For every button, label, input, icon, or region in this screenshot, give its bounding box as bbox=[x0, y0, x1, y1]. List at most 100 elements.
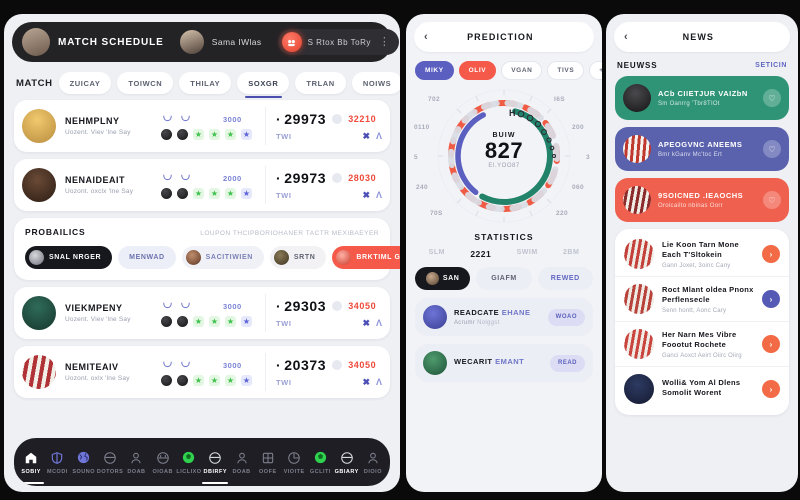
tab-0[interactable]: ZUICAY bbox=[58, 72, 112, 94]
stat-row-top: 3000 bbox=[161, 113, 265, 126]
star-icon-1: ★ bbox=[193, 315, 204, 327]
list-item-title: Lie Koon Tarn Mone Each T'Sltokein bbox=[662, 239, 739, 259]
match-score-area: 29303 34050 TWI ✖ Λ bbox=[265, 294, 382, 332]
nav-item-ticket-10[interactable]: VIOITE bbox=[281, 449, 307, 475]
probabilities-header: PROBAILICS LOUPON THCIPBORIOHANER TACTR … bbox=[25, 227, 379, 237]
crest-avatar bbox=[624, 374, 654, 404]
nav-item-person-4[interactable]: DOAB bbox=[123, 449, 149, 475]
match-card[interactable]: VIEKMPENY Uozent. Viev 'lne Say 3000 ★ ★… bbox=[14, 287, 390, 339]
chip-avatar bbox=[185, 250, 201, 265]
avatar[interactable] bbox=[22, 28, 50, 56]
nav-item-ball-6[interactable]: LICLIXO bbox=[176, 449, 202, 475]
prob-chip-3[interactable]: SRTN bbox=[269, 246, 327, 269]
kebab-menu-icon[interactable]: ⋮ bbox=[377, 37, 390, 48]
list-item[interactable]: Wolli& Yom Al Dlens Somolit Worent › bbox=[615, 367, 789, 411]
list-item[interactable]: Roct Mlant oldea Pnonx Perflensecle Senn… bbox=[615, 277, 789, 322]
news-feature-card[interactable]: APEOGVNC ANEEMS Bmr kGanv Mc'toc Ert ♡ bbox=[615, 127, 789, 171]
nav-item-home[interactable]: SOBIY bbox=[18, 449, 45, 484]
match-card[interactable]: NEHMPLNY Uozent. Viev 'lne Say 3000 ★ ★ … bbox=[14, 100, 390, 152]
prediction-panel: ‹ PREDICTION MIKY OLIV VGAN TIVS +E6 bbox=[406, 14, 602, 492]
stat-tab-1[interactable]: GIAFM bbox=[476, 267, 532, 290]
close-icon[interactable]: ✖ bbox=[362, 190, 370, 201]
chevron-up-icon[interactable]: Λ bbox=[376, 190, 382, 200]
nav-label-8: DOAB bbox=[232, 469, 251, 475]
match-card[interactable]: NENAIDEAIT Uozont. oxclx 'lne Say 2000 ★… bbox=[14, 159, 390, 211]
nav-item-whistle-12[interactable]: GBIARY bbox=[334, 449, 360, 475]
pred-chip-2[interactable]: VGAN bbox=[501, 61, 543, 80]
bookmark-icon[interactable]: ♡ bbox=[763, 89, 781, 107]
list-item[interactable]: Lie Koon Tarn Mone Each T'Sltokein Gann … bbox=[615, 232, 789, 277]
team-avatar bbox=[22, 296, 56, 330]
stat-number: 2000 bbox=[223, 173, 242, 183]
person-icon bbox=[233, 449, 250, 466]
row-action-button[interactable]: READ bbox=[549, 354, 585, 372]
news-section-title: NEUWSS bbox=[617, 61, 658, 70]
nav-item-ball-11[interactable]: GCLITI bbox=[307, 449, 333, 475]
chevron-right-icon[interactable]: › bbox=[762, 335, 780, 353]
live-status-pill[interactable]: S Rtox Bb ToRy ⋮ bbox=[277, 29, 399, 55]
stat-tab-0[interactable]: SAN bbox=[415, 267, 471, 290]
coin-icon bbox=[332, 300, 343, 311]
pred-chip-0[interactable]: MIKY bbox=[415, 61, 454, 80]
match-score-area: 29973 32210 TWI ✖ Λ bbox=[265, 107, 382, 145]
chevron-up-icon[interactable]: Λ bbox=[376, 377, 382, 387]
prob-chip-2[interactable]: SACITIWIEN bbox=[181, 246, 264, 269]
probability-filter-chips: SNAL NRGER MENWAD SACITIWIEN SRTN BRKTIM… bbox=[25, 246, 400, 269]
chevron-up-icon[interactable]: Λ bbox=[376, 318, 382, 328]
user-avatar[interactable] bbox=[179, 30, 204, 54]
close-icon[interactable]: ✖ bbox=[362, 318, 370, 329]
chevron-right-icon[interactable]: › bbox=[762, 290, 780, 308]
row-sub: Acrumr bbox=[454, 320, 476, 326]
match-card[interactable]: NEMITEAIV Uozont. oxlx 'lne Say 3000 ★ ★… bbox=[14, 346, 390, 398]
trophy-icon-2 bbox=[181, 361, 190, 367]
close-icon[interactable]: ✖ bbox=[362, 131, 370, 142]
list-item-title: Her Narn Mes Vibre Foootut Rochete bbox=[662, 329, 737, 349]
prob-chip-4[interactable]: BRKTIML GAEN bbox=[332, 246, 400, 269]
tab-avatar bbox=[425, 272, 439, 285]
row-sub-wrap: Acrumr Nolggst bbox=[454, 320, 541, 326]
pred-chip-1[interactable]: OLIV bbox=[458, 61, 497, 80]
pred-chip-3[interactable]: TIVS bbox=[547, 61, 585, 80]
nav-item-globe[interactable]: SOUNO bbox=[71, 449, 97, 475]
chevron-up-icon[interactable]: Λ bbox=[376, 131, 382, 141]
prediction-row[interactable]: WECARIT EMANT READ bbox=[415, 344, 593, 382]
nav-item-shield[interactable]: MCODI bbox=[44, 449, 70, 475]
tab-5[interactable]: NOIWS bbox=[351, 72, 400, 94]
pred-chip-4[interactable]: +E6 bbox=[589, 61, 602, 80]
stat-tab-2[interactable]: REWED bbox=[537, 267, 593, 290]
match-subtitle: Uozont. oxlx 'lne Say bbox=[65, 375, 130, 382]
star-icon-3: ★ bbox=[225, 374, 236, 386]
row-title-wrap: WECARIT EMANT bbox=[454, 357, 543, 366]
tab-1[interactable]: TOIWCN bbox=[117, 72, 174, 94]
team-avatar bbox=[22, 355, 56, 389]
news-feature-card[interactable]: 9SOICNED .IEAOCHS Oroicailto nbinas Oorr… bbox=[615, 178, 789, 222]
close-icon[interactable]: ✖ bbox=[362, 377, 370, 388]
row-text: READCATE EHANE Acrumr Nolggst bbox=[454, 308, 541, 326]
news-feature-card[interactable]: ACb CIIETJUR VAIZbN Sm Oanrrg 'Tbr8TIOt … bbox=[615, 76, 789, 120]
chevron-right-icon[interactable]: › bbox=[762, 245, 780, 263]
tab-2[interactable]: THILAY bbox=[179, 72, 232, 94]
row-action-button[interactable]: WOAO bbox=[547, 308, 585, 326]
nav-item-whistle-7[interactable]: DBIRFY bbox=[202, 449, 229, 484]
bookmark-icon[interactable]: ♡ bbox=[763, 191, 781, 209]
chevron-right-icon[interactable]: › bbox=[762, 380, 780, 398]
list-item[interactable]: Her Narn Mes Vibre Foootut Rochete Ganci… bbox=[615, 322, 789, 367]
match-score: 29973 bbox=[276, 111, 326, 127]
trophy-icon bbox=[163, 302, 172, 308]
tab-3-active[interactable]: SOXGR bbox=[237, 72, 290, 98]
prediction-row[interactable]: READCATE EHANE Acrumr Nolggst WOAO bbox=[415, 298, 593, 336]
nav-item-bag-5[interactable]: OIOAB bbox=[150, 449, 176, 475]
nav-item-person-13[interactable]: DIOIO bbox=[360, 449, 386, 475]
tab-4[interactable]: TRLAN bbox=[295, 72, 346, 94]
nav-item-person-8[interactable]: DOAB bbox=[228, 449, 254, 475]
stat-row-top: 2000 bbox=[161, 172, 265, 185]
news-section-action[interactable]: SETICIN bbox=[755, 62, 787, 69]
prob-chip-0[interactable]: SNAL NRGER bbox=[25, 246, 113, 269]
news-text: 9SOICNED .IEAOCHS Oroicailto nbinas Oorr bbox=[658, 191, 756, 209]
nav-item-whistle-3[interactable]: DOTORS bbox=[97, 449, 123, 475]
match-names: NENAIDEAIT Uozont. oxclx 'lne Say bbox=[65, 175, 161, 195]
bookmark-icon[interactable]: ♡ bbox=[763, 140, 781, 158]
prob-chip-1[interactable]: MENWAD bbox=[118, 246, 176, 269]
match-score-area: 29973 28030 TWI ✖ Λ bbox=[265, 166, 382, 204]
nav-item-grid-9[interactable]: OOFE bbox=[255, 449, 281, 475]
